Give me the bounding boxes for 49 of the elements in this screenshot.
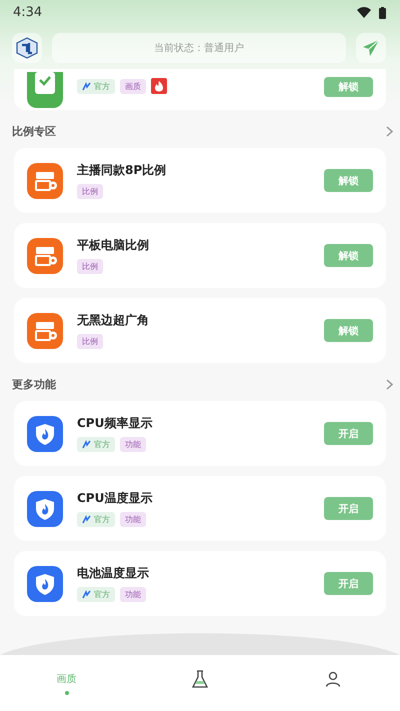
wifi-icon (357, 7, 371, 18)
tag: 比例 (77, 184, 103, 199)
tag-label: 官方 (94, 589, 110, 600)
person-icon (325, 670, 342, 686)
action-button[interactable]: 开启 (324, 497, 373, 520)
tag: 画质 (120, 78, 146, 94)
app-icon (27, 312, 63, 348)
tag: 比例 (77, 259, 103, 274)
tag: 功能 (120, 587, 146, 602)
feature-title: 电池温度显示 (77, 565, 150, 582)
flask-icon (192, 670, 208, 688)
action-button[interactable]: 解锁 (324, 169, 373, 192)
badge-icon (82, 82, 91, 90)
send-button[interactable] (356, 33, 386, 63)
feature-title: CPU频率显示 (77, 415, 154, 432)
fire-icon (151, 78, 167, 94)
status-time: 4:34 (13, 5, 42, 20)
feature-title: 无黑边超广角 (77, 312, 150, 329)
section-title: 比例专区 (12, 124, 56, 138)
shield-icon (27, 416, 63, 452)
unlock-button[interactable]: 解锁 (324, 77, 373, 97)
tag-label: 官方 (94, 514, 110, 525)
cube-logo-icon (16, 37, 38, 59)
feature-title: CPU温度显示 (77, 490, 154, 507)
app-icon (27, 238, 63, 274)
badge-icon (82, 590, 91, 599)
action-button[interactable]: 解锁 (324, 244, 373, 267)
action-button[interactable]: 开启 (324, 572, 373, 595)
chevron-right-icon (386, 126, 393, 136)
section-title: 更多功能 (12, 376, 56, 392)
tag: 功能 (120, 512, 146, 527)
shield-icon (27, 566, 63, 602)
tag-label: 官方 (94, 80, 110, 92)
chevron-right-icon (386, 378, 393, 390)
tag: 功能 (120, 437, 146, 452)
feature-title: 平板电脑比例 (77, 237, 150, 254)
feature-title: 主播同款8P比例 (77, 162, 168, 179)
badge-icon (82, 440, 91, 449)
shield-icon (27, 490, 63, 526)
paper-plane-icon (362, 39, 380, 57)
badge-icon (82, 515, 91, 524)
status-field: 当前状态：普通用户 (52, 33, 346, 63)
app-icon (27, 162, 63, 198)
logo-button[interactable] (12, 33, 42, 63)
battery-icon (379, 6, 386, 18)
action-button[interactable]: 开启 (324, 422, 373, 445)
tag: 比例 (77, 334, 103, 349)
tag-label: 官方 (94, 439, 110, 450)
action-button[interactable]: 解锁 (324, 319, 373, 342)
